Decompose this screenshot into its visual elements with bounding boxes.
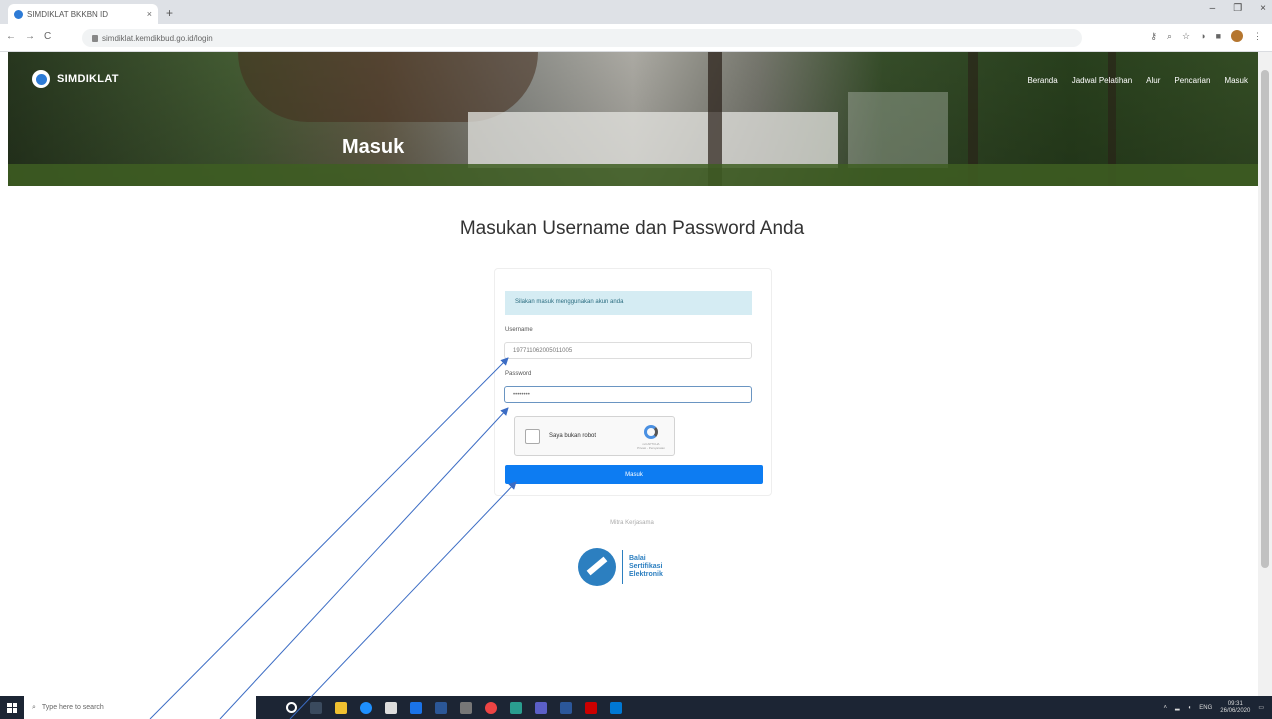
browser-tab[interactable]: SIMDIKLAT BKKBN ID ×: [8, 4, 158, 24]
favicon-icon: [14, 9, 23, 19]
arrow-to-login-button: [289, 481, 517, 719]
hero-building-right: [848, 92, 948, 168]
menu-icon[interactable]: ⋮: [1253, 31, 1262, 42]
login-button[interactable]: Masuk: [505, 465, 763, 484]
recaptcha-logo: reCAPTCHA Privasi - Persyaratan: [636, 425, 666, 451]
taskbar-apps: [286, 701, 622, 714]
browser-toolbar: ← → C simdiklat.kemdikbud.go.id/login ⚷ …: [0, 24, 1272, 52]
bse-text: Balai Sertifikasi Elektronik: [629, 555, 663, 579]
bse-pen-icon: [578, 548, 616, 586]
window-controls: – ❐ ×: [1210, 3, 1266, 14]
toolbar-icons: ⚷ ⌕ ☆ ◑ ■ ⋮: [1150, 30, 1262, 42]
close-window-button[interactable]: ×: [1260, 3, 1266, 14]
taskbar-search[interactable]: ⌕ Type here to search: [24, 696, 256, 719]
bse-divider: [622, 550, 623, 584]
bse-logo[interactable]: Balai Sertifikasi Elektronik: [578, 548, 663, 586]
avatar[interactable]: [1231, 30, 1243, 42]
site-logo[interactable]: SIMDIKLAT: [32, 70, 119, 88]
windows-taskbar: ⌕ Type here to search ˄ ▂ ◖ ENG 09:31 26…: [0, 696, 1272, 719]
outlook-icon[interactable]: [610, 701, 622, 714]
arrow-to-password: [219, 407, 509, 719]
star-icon[interactable]: ☆: [1182, 31, 1190, 42]
search-icon: ⌕: [32, 703, 36, 711]
recaptcha-icon: [644, 425, 658, 439]
file-explorer-icon[interactable]: [335, 701, 347, 714]
bse-line: Sertifikasi: [629, 563, 663, 570]
maximize-button[interactable]: ❐: [1233, 3, 1242, 14]
notification-icon[interactable]: ▭: [1258, 704, 1264, 711]
store-icon[interactable]: [385, 701, 397, 714]
word-icon[interactable]: [560, 701, 572, 714]
hero-building: [468, 112, 838, 168]
address-text: simdiklat.kemdikbud.go.id/login: [102, 33, 213, 43]
volume-icon[interactable]: ◖: [1188, 705, 1192, 711]
arrow-to-username: [149, 357, 509, 719]
tray-chevron-icon[interactable]: ˄: [1164, 705, 1168, 711]
app-icon[interactable]: [460, 701, 472, 714]
task-view-icon[interactable]: [310, 701, 322, 714]
page-title: Masukan Username dan Password Anda: [459, 218, 805, 239]
top-nav: Beranda Jadwal Pelatihan Alur Pencarian …: [1027, 76, 1248, 85]
lock-icon: [92, 34, 98, 42]
recaptcha-terms[interactable]: Privasi - Persyaratan: [636, 446, 666, 450]
extension2-icon[interactable]: ■: [1216, 31, 1221, 41]
nav-buttons: ← → C: [6, 31, 51, 42]
clock[interactable]: 09:31 26/06/2020: [1220, 701, 1250, 715]
hero-title: Masuk: [342, 136, 405, 158]
username-field[interactable]: 197711062005011005: [504, 342, 752, 359]
nav-alur[interactable]: Alur: [1146, 76, 1160, 85]
info-alert: Silakan masuk menggunakan akun anda: [505, 291, 752, 315]
bse-line: Balai: [629, 555, 646, 562]
hero-banner: SIMDIKLAT Beranda Jadwal Pelatihan Alur …: [8, 52, 1258, 186]
nav-pencarian[interactable]: Pencarian: [1174, 76, 1210, 85]
system-tray: ˄ ▂ ◖ ENG 09:31 26/06/2020 ▭: [1164, 696, 1264, 719]
cortana-icon[interactable]: [286, 702, 297, 713]
address-bar[interactable]: simdiklat.kemdikbud.go.id/login: [82, 29, 1082, 47]
new-tab-button[interactable]: +: [166, 6, 173, 20]
browser-tab-bar: SIMDIKLAT BKKBN ID × + – ❐ ×: [0, 0, 1272, 24]
logo-text: SIMDIKLAT: [57, 73, 119, 85]
app-icon[interactable]: [510, 701, 522, 714]
extension-icon[interactable]: ◑: [1200, 31, 1205, 41]
acrobat-icon[interactable]: [585, 701, 597, 714]
search-placeholder: Type here to search: [41, 704, 104, 711]
edge-icon[interactable]: [360, 701, 372, 714]
language-indicator[interactable]: ENG: [1199, 705, 1212, 711]
forward-button[interactable]: →: [25, 31, 35, 42]
captcha-label: Saya bukan robot: [549, 433, 597, 439]
bse-line: Elektronik: [629, 571, 663, 578]
clock-date: 26/06/2020: [1220, 707, 1251, 714]
clock-time: 09:31: [1227, 700, 1243, 707]
windows-icon: [7, 702, 17, 713]
reload-button[interactable]: C: [44, 31, 51, 42]
photos-icon[interactable]: [435, 701, 447, 714]
hero-grass: [8, 164, 1258, 186]
tab-close-icon[interactable]: ×: [147, 9, 152, 19]
zoom-icon[interactable]: ⌕: [1167, 31, 1172, 42]
tab-title: SIMDIKLAT BKKBN ID: [27, 9, 109, 19]
nav-masuk[interactable]: Masuk: [1224, 76, 1248, 85]
scrollbar-thumb[interactable]: [1261, 70, 1269, 568]
teams-icon[interactable]: [535, 701, 547, 714]
chrome-icon[interactable]: [485, 701, 497, 714]
login-card: Silakan masuk menggunakan akun anda User…: [494, 268, 772, 496]
page-scrollbar[interactable]: [1258, 52, 1272, 696]
password-field[interactable]: ••••••••: [504, 386, 752, 403]
start-button[interactable]: [0, 696, 24, 719]
nav-jadwal[interactable]: Jadwal Pelatihan: [1072, 76, 1132, 85]
username-label: Username: [505, 327, 533, 333]
captcha-checkbox[interactable]: [525, 429, 540, 444]
key-icon[interactable]: ⚷: [1150, 31, 1157, 42]
recaptcha-widget: Saya bukan robot reCAPTCHA Privasi - Per…: [514, 416, 675, 456]
nav-beranda[interactable]: Beranda: [1027, 76, 1057, 85]
logo-icon: [32, 70, 50, 88]
password-label: Password: [505, 371, 532, 377]
network-icon[interactable]: ▂: [1175, 704, 1180, 711]
minimize-button[interactable]: –: [1210, 3, 1216, 14]
partner-label: Mitra Kerjasama: [610, 520, 654, 526]
mail-icon[interactable]: [410, 701, 422, 714]
back-button[interactable]: ←: [6, 31, 16, 42]
